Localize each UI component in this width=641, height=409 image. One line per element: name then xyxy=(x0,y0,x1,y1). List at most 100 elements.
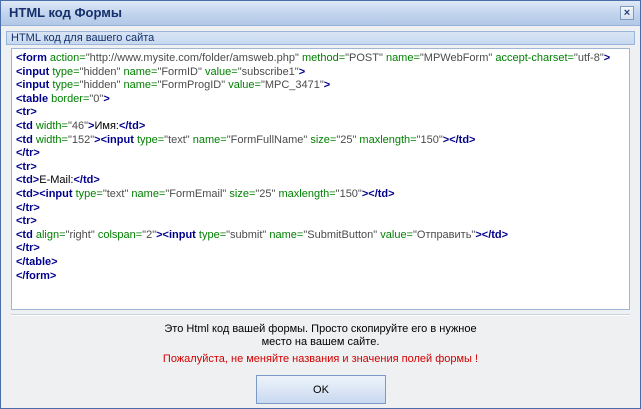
code-token-tag: </tr> xyxy=(16,242,40,255)
code-token-val: "subscribe1" xyxy=(237,65,299,78)
code-token-tag: <table xyxy=(16,92,49,105)
divider xyxy=(11,314,630,316)
code-token-attr: value= xyxy=(201,65,238,78)
code-token-val: "FormEmail" xyxy=(165,187,227,200)
code-token-tag: > xyxy=(298,65,306,78)
code-token-tag: </tr> xyxy=(16,201,40,214)
code-token-attr: value= xyxy=(225,79,261,92)
code-token-val: "150" xyxy=(335,187,362,200)
title-bar[interactable]: HTML код Формы × xyxy=(1,1,640,26)
ok-button[interactable]: OK xyxy=(256,375,386,404)
code-line: <tr> xyxy=(16,215,610,229)
warning-text: Пожалуйста, не меняйте названия и значен… xyxy=(162,353,479,365)
code-token-val: "25" xyxy=(336,133,357,146)
code-token-tag: <td xyxy=(16,133,33,146)
code-line: <td align="right" colspan="2"><input typ… xyxy=(16,229,610,243)
code-token-tag: <td xyxy=(16,228,33,241)
code-line: <td width="152"><input type="text" name=… xyxy=(16,134,610,148)
code-line: <tr> xyxy=(16,161,610,175)
code-token-val: "POST" xyxy=(345,52,383,64)
code-token-tag: <input xyxy=(16,65,50,78)
ok-button-label: OK xyxy=(313,383,329,396)
code-token-attr: accept-charset= xyxy=(492,52,574,64)
code-token-val: "text" xyxy=(102,187,129,200)
code-token-attr: name= xyxy=(120,65,158,78)
code-token-tag: <tr> xyxy=(16,215,37,228)
code-token-val: "25" xyxy=(255,187,276,200)
code-line: </form> xyxy=(16,270,610,284)
code-token-tag: ></td> xyxy=(442,133,476,146)
code-token-attr: name= xyxy=(120,79,158,92)
info-text: Это Html код вашей формы. Просто скопиру… xyxy=(1,323,640,349)
code-token-attr: width= xyxy=(32,133,68,146)
code-token-attr: align= xyxy=(32,228,66,241)
dialog-window: HTML код Формы × HTML код для вашего сай… xyxy=(0,0,641,409)
code-token-tag: ><input xyxy=(156,228,196,241)
code-line: <input type="hidden" name="FormID" value… xyxy=(16,66,610,80)
close-button[interactable]: × xyxy=(620,6,634,20)
code-token-attr: maxlength= xyxy=(275,187,336,200)
code-token-val: "FormFullName" xyxy=(226,133,308,146)
code-token-attr: value= xyxy=(377,228,413,241)
code-token-attr: type= xyxy=(195,228,227,241)
code-token-tag: > xyxy=(323,79,331,92)
code-line: <td>E-Mail:</td> xyxy=(16,174,610,188)
code-token-val: "MPC_3471" xyxy=(260,79,324,92)
code-line: <tr> xyxy=(16,106,610,120)
code-token-val: "0" xyxy=(89,92,104,105)
code-token-attr: maxlength= xyxy=(356,133,417,146)
code-token-attr: method= xyxy=(298,52,346,64)
code-token-tag: </form> xyxy=(16,269,57,282)
code-token-tag: </table> xyxy=(16,255,58,268)
code-token-attr: name= xyxy=(128,187,166,200)
code-token-tag: </tr> xyxy=(16,147,40,160)
code-token-val: "text" xyxy=(164,133,190,146)
code-token-attr: name= xyxy=(266,228,304,241)
code-line: </table> xyxy=(16,256,610,270)
code-token-val: "150" xyxy=(416,133,443,146)
code-token-val: "right" xyxy=(65,228,95,241)
code-token-attr: type= xyxy=(72,187,103,200)
code-token-val: "SubmitButton" xyxy=(303,228,378,241)
code-token-txt: Имя: xyxy=(94,119,119,132)
code-token-attr: name= xyxy=(189,133,227,146)
code-token-tag: <tr> xyxy=(16,106,37,119)
code-line: <td width="46">Имя:</td> xyxy=(16,120,610,134)
code-token-tag: > xyxy=(603,52,611,64)
code-token-tag: <td> xyxy=(16,174,40,187)
code-token-tag: <td xyxy=(16,119,33,132)
code-token-val: "46" xyxy=(67,119,89,132)
info-line-2: место на вашем сайте. xyxy=(261,336,380,348)
code-line: <td><input type="text" name="FormEmail" … xyxy=(16,188,610,202)
code-token-val: "utf-8" xyxy=(573,52,604,64)
code-token-tag: </td> xyxy=(73,174,100,187)
code-line: <input type="hidden" name="FormProgID" v… xyxy=(16,79,610,93)
code-token-tag: <tr> xyxy=(16,160,37,173)
html-code-textarea[interactable]: <form action="http://www.mysite.com/fold… xyxy=(11,48,630,310)
code-token-val: "hidden" xyxy=(79,79,121,92)
dialog-title: HTML код Формы xyxy=(9,5,122,20)
code-token-attr: action= xyxy=(46,52,86,64)
close-icon: × xyxy=(623,6,631,19)
code-token-val: "MPWebForm" xyxy=(419,52,493,64)
code-line: </tr> xyxy=(16,147,610,161)
code-token-attr: width= xyxy=(32,119,68,132)
code-token-tag: <input xyxy=(16,79,50,92)
code-token-tag: > xyxy=(103,92,110,105)
code-token-val: "2" xyxy=(142,228,157,241)
code-token-txt: E-Mail: xyxy=(39,174,74,187)
code-token-tag: <td><input xyxy=(16,187,73,200)
code-token-tag: </td> xyxy=(118,119,146,132)
code-token-tag: ></td> xyxy=(361,187,395,200)
code-token-attr: border= xyxy=(48,92,90,105)
code-token-val: "152" xyxy=(67,133,95,146)
code-token-attr: name= xyxy=(382,52,420,64)
code-token-attr: size= xyxy=(307,133,337,146)
panel-header: HTML код для вашего сайта xyxy=(6,31,635,45)
code-line: <table border="0"> xyxy=(16,93,610,107)
code-token-attr: type= xyxy=(49,65,80,78)
code-line: </tr> xyxy=(16,202,610,216)
code-token-val: "Отправить" xyxy=(412,228,476,241)
code-token-attr: size= xyxy=(226,187,256,200)
code-token-val: "hidden" xyxy=(79,65,121,78)
